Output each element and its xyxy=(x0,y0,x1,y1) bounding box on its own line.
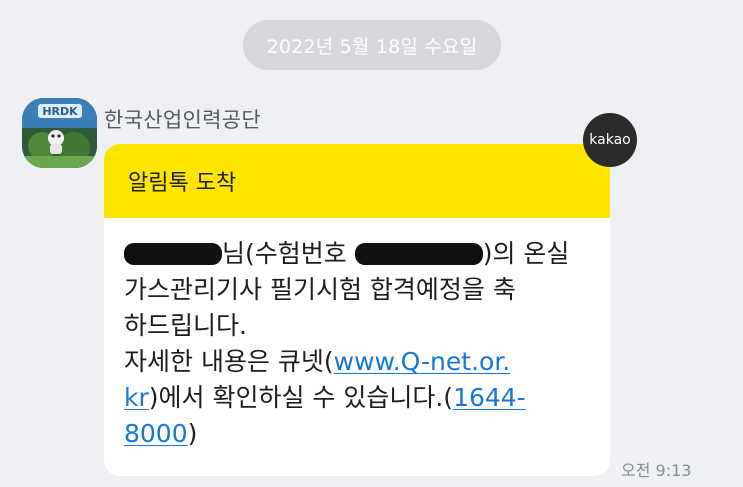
phone-link-continued[interactable]: 8000 xyxy=(124,419,188,448)
message-body: 님(수험번호 )의 온실 가스관리기사 필기시험 합격예정을 축 하드립니다. … xyxy=(124,236,594,452)
message-line-2: 가스관리기사 필기시험 합격예정을 축 xyxy=(124,275,516,304)
qnet-link[interactable]: www.Q-net.or. xyxy=(334,347,511,376)
sender-avatar[interactable]: HRDK xyxy=(22,98,97,168)
message-line-5: kr)에서 확인하실 수 있습니다.(1644- xyxy=(124,380,594,416)
message-line-6: 8000) xyxy=(124,416,594,452)
redacted-name xyxy=(124,243,222,265)
message-line-4: 자세한 내용은 큐넷(www.Q-net.or. xyxy=(124,344,594,380)
phone-link[interactable]: 1644- xyxy=(453,383,526,412)
message-bubble[interactable]: 알림톡 도착 님(수험번호 )의 온실 가스관리기사 필기시험 합격예정을 축 … xyxy=(104,144,610,476)
line1-tail-text: )의 온실 xyxy=(482,239,570,268)
message-line-1: 님(수험번호 )의 온실 xyxy=(124,236,594,272)
name-suffix-text: 님(수험번호 xyxy=(222,239,347,268)
line4-prefix-text: 자세한 내용은 큐넷( xyxy=(124,347,334,376)
message-header: 알림톡 도착 xyxy=(104,144,610,218)
sender-name: 한국산업인력공단 xyxy=(104,108,261,132)
message-line-3: 하드립니다. xyxy=(124,311,247,340)
qnet-link-continued[interactable]: kr xyxy=(124,383,149,412)
kakao-badge: kakao xyxy=(583,113,637,167)
line6-tail-text: ) xyxy=(187,419,198,448)
date-divider: 2022년 5월 18일 수요일 xyxy=(243,20,501,70)
hrdk-logo-icon: HRDK xyxy=(22,98,97,168)
avatar-text: HRDK xyxy=(42,105,78,118)
message-header-label: 알림톡 도착 xyxy=(128,171,237,196)
redacted-exam-number xyxy=(354,243,483,265)
message-time: 오전 9:13 xyxy=(621,461,692,480)
line5-middle-text: )에서 확인하실 수 있습니다.( xyxy=(148,383,454,412)
